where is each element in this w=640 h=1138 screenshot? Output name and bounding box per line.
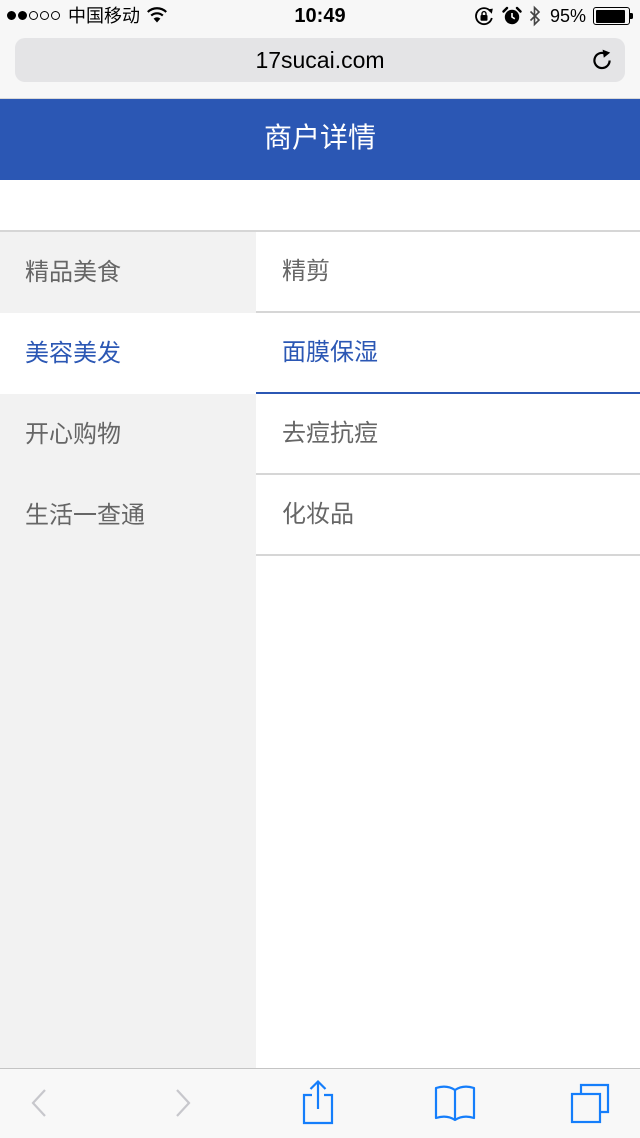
subcategory-item[interactable]: 化妆品 — [256, 475, 640, 556]
rotation-lock-icon — [474, 6, 494, 26]
subcategory-item[interactable]: 去痘抗痘 — [256, 394, 640, 475]
battery-icon — [593, 7, 635, 25]
category-browser: 精品美食 美容美发 开心购物 生活一查通 精剪 面膜保湿 去痘抗痘 化妆品 — [0, 230, 640, 1068]
battery-body — [593, 7, 630, 25]
page-header: 商户详情 — [0, 99, 640, 180]
header-spacer — [0, 180, 640, 230]
category-item[interactable]: 开心购物 — [0, 394, 256, 475]
category-item[interactable]: 精品美食 — [0, 232, 256, 313]
category-sidebar: 精品美食 美容美发 开心购物 生活一查通 — [0, 232, 256, 1068]
battery-fill — [595, 9, 625, 23]
clock-time: 10:49 — [294, 5, 346, 27]
status-bar: 中国移动 10:49 95% — [0, 0, 640, 32]
battery-percentage: 95% — [550, 6, 587, 26]
category-item[interactable]: 美容美发 — [0, 313, 256, 394]
reload-icon[interactable] — [590, 48, 614, 72]
alarm-icon — [502, 6, 522, 26]
app-screen: 中国移动 10:49 95% 17sucai.com 商户详情 精品美食 美容美… — [0, 0, 640, 1138]
browser-chrome: 中国移动 10:49 95% 17sucai.com — [0, 0, 640, 99]
bookmarks-icon[interactable] — [434, 1084, 476, 1122]
url-text[interactable]: 17sucai.com — [15, 38, 625, 82]
battery-nub — [630, 13, 633, 19]
subcategory-list: 精剪 面膜保湿 去痘抗痘 化妆品 — [256, 232, 640, 1068]
page-title: 商户详情 — [263, 122, 376, 153]
category-item[interactable]: 生活一查通 — [0, 475, 256, 556]
back-icon[interactable] — [30, 1088, 50, 1118]
subcategory-item[interactable]: 面膜保湿 — [256, 313, 640, 394]
browser-toolbar — [0, 1068, 640, 1138]
tabs-icon[interactable] — [570, 1083, 610, 1124]
subcategory-item[interactable]: 精剪 — [256, 232, 640, 313]
address-bar[interactable]: 17sucai.com — [15, 38, 625, 82]
bluetooth-icon — [529, 5, 541, 27]
share-icon[interactable] — [301, 1079, 335, 1125]
forward-icon[interactable] — [172, 1088, 192, 1118]
